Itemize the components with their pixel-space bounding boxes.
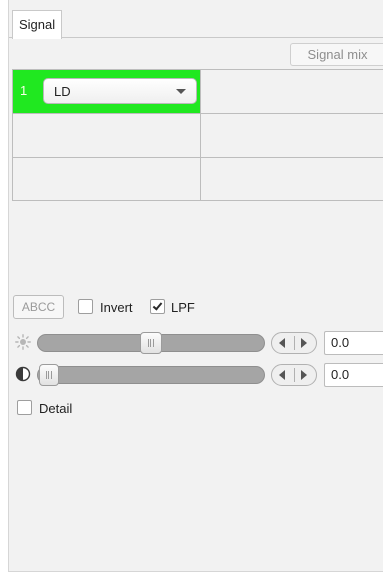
contrast-slider[interactable] — [37, 366, 265, 384]
checkmark-icon — [152, 300, 163, 311]
chevron-down-icon — [176, 89, 186, 94]
grid-row — [13, 114, 383, 158]
contrast-value-field[interactable]: 0.0 — [324, 363, 383, 387]
signal-panel: Signal Signal mix 1 LD ABCC Invert LPF 0… — [8, 0, 383, 572]
invert-label: Invert — [100, 300, 133, 315]
stepper-divider — [294, 368, 295, 382]
tab-signal[interactable]: Signal — [12, 10, 63, 39]
brightness-icon — [15, 334, 31, 350]
invert-checkbox[interactable] — [78, 299, 93, 314]
brightness-stepper[interactable] — [271, 332, 317, 354]
detail-checkbox[interactable] — [17, 400, 32, 415]
channel-select[interactable]: LD — [43, 78, 197, 104]
row-index: 1 — [20, 83, 28, 98]
grid-row: 1 LD — [13, 70, 383, 114]
arrow-right-icon[interactable] — [301, 370, 307, 380]
channel-select-value: LD — [54, 84, 71, 99]
stepper-divider — [294, 336, 295, 350]
lpf-checkbox[interactable] — [150, 299, 165, 314]
contrast-slider-handle[interactable] — [39, 364, 59, 386]
signal-cell-2[interactable] — [13, 114, 201, 157]
contrast-stepper[interactable] — [271, 364, 317, 386]
arrow-left-icon[interactable] — [279, 370, 285, 380]
arrow-right-icon[interactable] — [301, 338, 307, 348]
lpf-label: LPF — [171, 300, 195, 315]
tab-strip: Signal — [9, 8, 383, 39]
contrast-icon — [15, 366, 31, 382]
signal-cell-2b[interactable] — [201, 114, 383, 157]
signal-cell-1[interactable]: 1 LD — [13, 70, 201, 113]
grip-icon — [46, 371, 52, 379]
brightness-value-field[interactable]: 0.0 — [324, 331, 383, 355]
brightness-slider-handle[interactable] — [140, 332, 162, 354]
signal-mix-button[interactable]: Signal mix — [290, 43, 383, 66]
signal-grid: 1 LD — [12, 69, 383, 201]
arrow-left-icon[interactable] — [279, 338, 285, 348]
grid-row — [13, 158, 383, 201]
detail-label: Detail — [39, 401, 73, 416]
signal-cell-3b[interactable] — [201, 158, 383, 200]
signal-cell-1b[interactable] — [201, 70, 383, 113]
grip-icon — [148, 339, 154, 347]
abcc-button[interactable]: ABCC — [13, 295, 64, 319]
signal-cell-3[interactable] — [13, 158, 201, 200]
